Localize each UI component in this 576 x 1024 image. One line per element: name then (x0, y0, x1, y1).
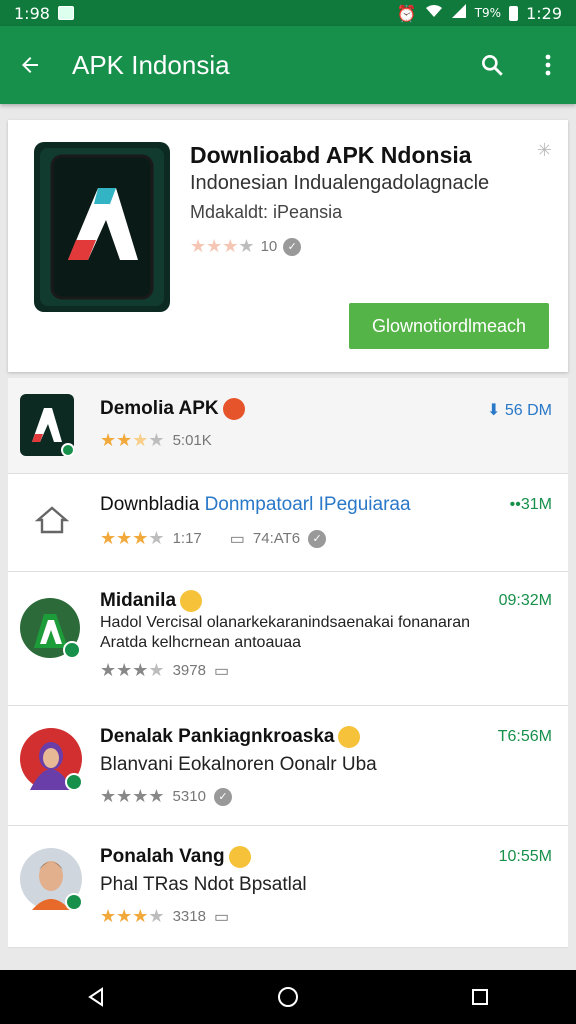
comment-icon: ▭ (213, 908, 230, 926)
list-item[interactable]: Midanila Hadol Vercisal olanarkekaranind… (8, 572, 568, 706)
list-item-title: Midanila (100, 590, 203, 612)
featured-app-subtitle: Mdakaldt: iPeansia (190, 202, 343, 222)
list-item-title: Ponalah Vang (100, 846, 251, 868)
smiley-emoji-icon (338, 726, 361, 748)
download-size: T6:56M (497, 728, 552, 745)
red-badge-icon (222, 398, 245, 420)
list-item-description-2: Aratda kelhcrnean antoauaa (100, 634, 302, 651)
home-icon (32, 500, 72, 540)
comment-icon: ▭ (213, 662, 230, 680)
smiley-emoji-icon (228, 846, 251, 868)
app-logo-icon (34, 142, 170, 312)
back-triangle-icon[interactable] (66, 970, 126, 1024)
smiley-emoji-icon (180, 590, 203, 612)
featured-rating: ★★★★ 10 ✓ (190, 236, 302, 257)
list-item-description: Hadol Vercisal olanarkekaranindsaenakai … (100, 614, 471, 631)
rating-count: 10 (260, 238, 278, 255)
install-button[interactable]: Glownotiordlmeach (349, 303, 549, 349)
app-bar: APK Indonsia (0, 26, 576, 104)
rating-count: 1:17 (172, 530, 202, 547)
more-icon[interactable]: ✳ (537, 140, 552, 161)
search-icon[interactable] (464, 26, 520, 104)
page-title: APK Indonsia (72, 49, 230, 80)
app-avatar (20, 598, 81, 659)
download-icon: ⬇ (487, 402, 501, 419)
featured-app-developer: Indonesian Indualengadolagnacle (190, 172, 490, 194)
battery-percent: T9% (474, 6, 502, 20)
app-list: Demolia APK ★★★★ 5:01K ⬇ 56 DM Downbladi… (8, 378, 568, 948)
list-item-meta: ★★★★ 5310 ✓ (100, 786, 232, 807)
rating-stars: ★★★★ (100, 906, 165, 926)
status-bar: 1:98 ⏰ T9% 1:29 (0, 0, 576, 26)
signal-icon (451, 3, 467, 23)
more-vert-icon[interactable] (520, 26, 576, 104)
featured-app-name: Downlioabd APK Ndonsia (190, 142, 472, 168)
apk-logo-icon (20, 394, 75, 457)
recents-square-icon[interactable] (450, 970, 510, 1024)
list-item-description: Phal TRas Ndot Bpsatlal (100, 874, 307, 895)
list-item-title: Denalak Pankiagnkroaska (100, 726, 361, 748)
status-time-left: 1:98 (14, 3, 50, 23)
download-size: 10:55M (498, 848, 552, 865)
image-notification-icon (57, 6, 74, 20)
man-avatar (20, 848, 83, 911)
review-count: 74:AT6 (252, 530, 301, 547)
list-item-meta: ★★★★ 5:01K (100, 430, 212, 451)
rating-stars: ★★★★ (100, 660, 165, 680)
list-item-meta: ★★★★ 3318 ▭ (100, 906, 229, 927)
system-nav-bar (0, 970, 576, 1024)
list-item-meta: ★★★★ 3978 ▭ (100, 660, 229, 681)
list-item-title: Demolia APK (100, 398, 245, 420)
rating-stars: ★★★★ (100, 430, 165, 450)
back-arrow-icon[interactable] (0, 26, 60, 104)
rating-stars: ★★★★ (100, 528, 165, 548)
list-item[interactable]: Demolia APK ★★★★ 5:01K ⬇ 56 DM (8, 378, 568, 474)
rating-count: 5:01K (172, 432, 212, 449)
download-size: ••31M (509, 496, 552, 513)
wifi-icon (425, 3, 443, 23)
rating-count: 3318 (172, 908, 206, 925)
rating-count: 5310 (172, 788, 206, 805)
list-item-title: Downbladia Donmpatoarl IPeguiaraa (100, 494, 411, 515)
comment-icon: ▭ (229, 530, 245, 548)
list-item-meta: ★★★★ 1:17 ▭ 74:AT6 ✓ (100, 528, 327, 549)
download-size: 09:32M (498, 592, 552, 609)
rating-count: 3978 (172, 662, 206, 679)
list-item-description: Blanvani Eokalnoren Oonalr Uba (100, 754, 377, 775)
status-time-right: 1:29 (526, 3, 562, 23)
download-size[interactable]: ⬇ 56 DM (487, 400, 552, 420)
check-badge-icon: ✓ (308, 529, 327, 548)
rating-stars: ★★★★ (190, 236, 255, 256)
battery-icon (509, 5, 519, 21)
woman-avatar (20, 728, 83, 791)
developer-link[interactable]: Donmpatoarl IPeguiaraa (205, 494, 411, 515)
list-item[interactable]: Denalak Pankiagnkroaska Blanvani Eokalno… (8, 706, 568, 826)
check-badge-icon: ✓ (213, 787, 232, 806)
check-badge-icon: ✓ (283, 237, 302, 256)
featured-app-card[interactable]: Downlioabd APK Ndonsia Indonesian Indual… (8, 120, 568, 372)
home-circle-icon[interactable] (258, 970, 318, 1024)
alarm-icon: ⏰ (396, 3, 417, 23)
list-item[interactable]: Downbladia Donmpatoarl IPeguiaraa ★★★★ 1… (8, 474, 568, 572)
list-item[interactable]: Ponalah Vang Phal TRas Ndot Bpsatlal ★★★… (8, 826, 568, 948)
rating-stars: ★★★★ (100, 786, 165, 806)
